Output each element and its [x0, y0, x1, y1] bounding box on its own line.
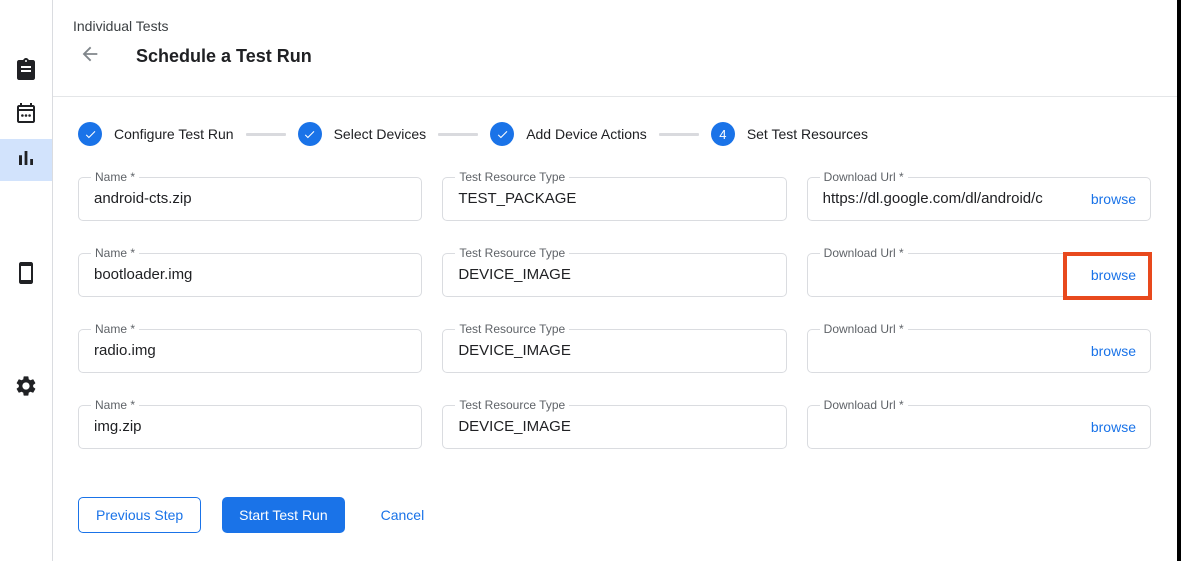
breadcrumb: Individual Tests — [73, 18, 168, 34]
resource-type-field-label: Test Resource Type — [455, 398, 569, 412]
arrow-back-icon — [79, 43, 101, 70]
resource-row: Name * android-cts.zip Test Resource Typ… — [78, 177, 1151, 221]
resource-type-field[interactable]: Test Resource Type DEVICE_IMAGE — [442, 329, 786, 373]
browse-button[interactable]: browse — [1091, 254, 1136, 296]
browse-button[interactable]: browse — [1091, 406, 1136, 448]
step-complete-check-icon — [78, 122, 102, 146]
name-field-label: Name * — [91, 170, 139, 184]
step-complete-check-icon — [490, 122, 514, 146]
download-url-field-label: Download Url * — [820, 170, 908, 184]
previous-step-button[interactable]: Previous Step — [78, 497, 201, 533]
bar-chart-icon — [14, 146, 38, 175]
step-label: Add Device Actions — [526, 126, 647, 142]
resource-type-field-value[interactable]: TEST_PACKAGE — [443, 178, 785, 220]
sidebar-item-test-runs[interactable] — [0, 139, 52, 181]
step-number-badge: 4 — [711, 122, 735, 146]
calendar-icon — [14, 101, 38, 130]
smartphone-icon — [14, 261, 38, 290]
resource-type-field[interactable]: Test Resource Type TEST_PACKAGE — [442, 177, 786, 221]
screenshot-right-edge — [1177, 0, 1181, 561]
resource-type-field[interactable]: Test Resource Type DEVICE_IMAGE — [442, 253, 786, 297]
step-label: Select Devices — [334, 126, 427, 142]
sidebar-item-tests[interactable] — [0, 50, 52, 92]
resource-row: Name * img.zip Test Resource Type DEVICE… — [78, 405, 1151, 449]
sidebar-item-devices[interactable] — [0, 254, 52, 296]
step-add-device-actions[interactable]: Add Device Actions — [490, 122, 647, 146]
download-url-field-label: Download Url * — [820, 322, 908, 336]
step-connector — [438, 133, 478, 136]
download-url-field[interactable]: Download Url * browse — [807, 405, 1151, 449]
resource-row: Name * bootloader.img Test Resource Type… — [78, 253, 1151, 297]
cancel-button[interactable]: Cancel — [364, 497, 442, 533]
resource-type-field-value[interactable]: DEVICE_IMAGE — [443, 330, 785, 372]
sidebar-item-settings[interactable] — [0, 367, 52, 409]
main-content: Individual Tests Schedule a Test Run Con… — [53, 0, 1177, 561]
resource-type-field[interactable]: Test Resource Type DEVICE_IMAGE — [442, 405, 786, 449]
page-title: Schedule a Test Run — [136, 46, 312, 67]
sidebar-item-test-plans[interactable] — [0, 94, 52, 136]
name-field-label: Name * — [91, 398, 139, 412]
name-field[interactable]: Name * bootloader.img — [78, 253, 422, 297]
resource-type-field-value[interactable]: DEVICE_IMAGE — [443, 406, 785, 448]
step-label: Set Test Resources — [747, 126, 868, 142]
browse-button[interactable]: browse — [1091, 330, 1136, 372]
step-label: Configure Test Run — [114, 126, 234, 142]
name-field-value[interactable]: img.zip — [79, 406, 421, 448]
back-button[interactable] — [78, 44, 102, 68]
name-field-value[interactable]: bootloader.img — [79, 254, 421, 296]
step-select-devices[interactable]: Select Devices — [298, 122, 427, 146]
step-connector — [246, 133, 286, 136]
step-complete-check-icon — [298, 122, 322, 146]
name-field-label: Name * — [91, 322, 139, 336]
page-header: Individual Tests Schedule a Test Run — [53, 0, 1177, 97]
resource-type-field-label: Test Resource Type — [455, 170, 569, 184]
name-field[interactable]: Name * radio.img — [78, 329, 422, 373]
sidebar — [0, 0, 53, 561]
download-url-field[interactable]: Download Url * https://dl.google.com/dl/… — [807, 177, 1151, 221]
clipboard-tasks-icon — [14, 57, 38, 86]
name-field[interactable]: Name * img.zip — [78, 405, 422, 449]
form-actions: Previous Step Start Test Run Cancel — [78, 497, 1177, 533]
step-connector — [659, 133, 699, 136]
start-test-run-button[interactable]: Start Test Run — [222, 497, 344, 533]
resource-type-field-label: Test Resource Type — [455, 246, 569, 260]
download-url-field-label: Download Url * — [820, 398, 908, 412]
resource-row: Name * radio.img Test Resource Type DEVI… — [78, 329, 1151, 373]
name-field-label: Name * — [91, 246, 139, 260]
browse-button[interactable]: browse — [1091, 178, 1136, 220]
step-set-test-resources[interactable]: 4 Set Test Resources — [711, 122, 868, 146]
test-resources-form: Name * android-cts.zip Test Resource Typ… — [78, 177, 1151, 449]
resource-type-field-value[interactable]: DEVICE_IMAGE — [443, 254, 785, 296]
name-field-value[interactable]: radio.img — [79, 330, 421, 372]
name-field-value[interactable]: android-cts.zip — [79, 178, 421, 220]
download-url-field-label: Download Url * — [820, 246, 908, 260]
name-field[interactable]: Name * android-cts.zip — [78, 177, 422, 221]
stepper: Configure Test Run Select Devices Add De… — [78, 122, 1177, 146]
download-url-field[interactable]: Download Url * browse — [807, 253, 1151, 297]
resource-type-field-label: Test Resource Type — [455, 322, 569, 336]
step-configure-test-run[interactable]: Configure Test Run — [78, 122, 234, 146]
settings-gear-icon — [14, 374, 38, 403]
download-url-field[interactable]: Download Url * browse — [807, 329, 1151, 373]
